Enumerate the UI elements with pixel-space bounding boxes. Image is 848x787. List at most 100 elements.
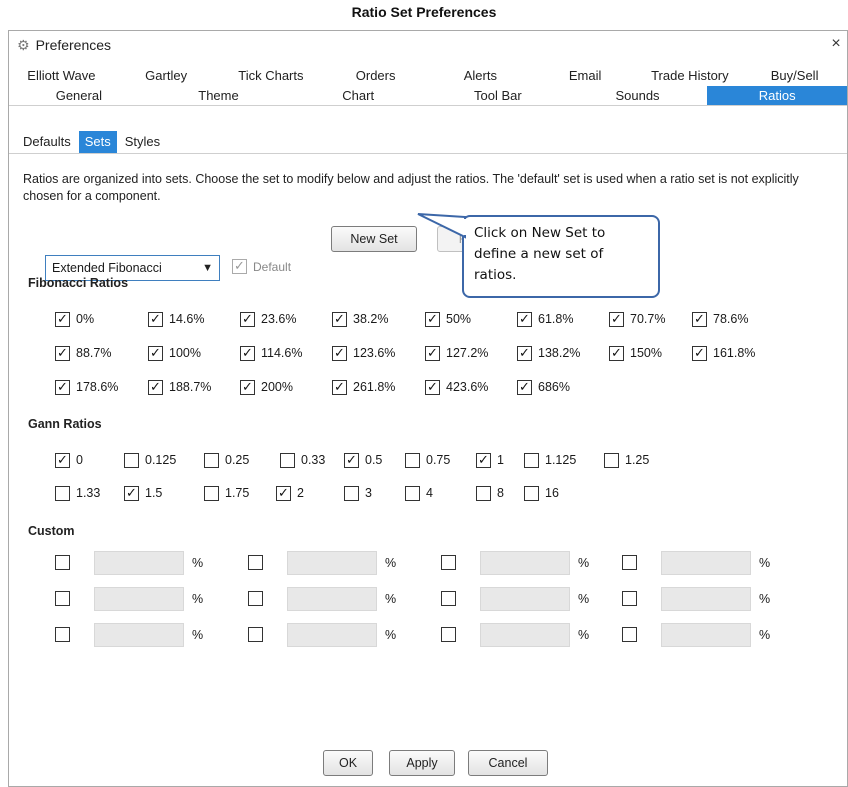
fib-checkbox[interactable]: 23.6% xyxy=(240,309,296,329)
fib-checkbox-box[interactable] xyxy=(148,311,163,327)
custom-checkbox[interactable] xyxy=(441,591,456,606)
custom-ratio-input[interactable] xyxy=(661,587,751,611)
gann-checkbox-box[interactable] xyxy=(344,485,359,501)
fib-checkbox[interactable]: 161.8% xyxy=(692,343,755,363)
gann-checkbox[interactable]: 0.33 xyxy=(280,450,325,470)
fib-checkbox-box[interactable] xyxy=(332,311,347,327)
custom-checkbox[interactable] xyxy=(248,591,263,606)
custom-ratio-input[interactable] xyxy=(287,551,377,575)
tab-sounds[interactable]: Sounds xyxy=(568,86,708,105)
ok-button[interactable]: OK xyxy=(323,750,373,776)
custom-ratio-input[interactable] xyxy=(661,623,751,647)
gann-checkbox[interactable]: 1.25 xyxy=(604,450,649,470)
gann-checkbox[interactable]: 2 xyxy=(276,483,304,503)
default-checkbox[interactable]: Default xyxy=(232,258,291,274)
custom-checkbox[interactable] xyxy=(622,591,637,606)
subtab-defaults[interactable]: Defaults xyxy=(17,131,77,153)
gann-checkbox[interactable]: 0 xyxy=(55,450,83,470)
new-set-button[interactable]: New Set xyxy=(331,226,417,252)
fib-checkbox-box[interactable] xyxy=(55,311,70,327)
gann-checkbox-box[interactable] xyxy=(476,485,491,501)
fib-checkbox[interactable]: 178.6% xyxy=(55,377,118,397)
custom-checkbox[interactable] xyxy=(441,555,456,570)
fib-checkbox-box[interactable] xyxy=(692,345,707,361)
custom-ratio-input[interactable] xyxy=(94,551,184,575)
tab-orders[interactable]: Orders xyxy=(323,66,428,86)
custom-ratio-input[interactable] xyxy=(94,623,184,647)
custom-checkbox[interactable] xyxy=(248,627,263,642)
fib-checkbox[interactable]: 114.6% xyxy=(240,343,302,363)
tab-email[interactable]: Email xyxy=(533,66,638,86)
gann-checkbox[interactable]: 0.25 xyxy=(204,450,249,470)
gann-checkbox[interactable]: 1.125 xyxy=(524,450,576,470)
gann-checkbox[interactable]: 1.33 xyxy=(55,483,100,503)
gann-checkbox-box[interactable] xyxy=(476,452,491,468)
tab-tick-charts[interactable]: Tick Charts xyxy=(219,66,324,86)
gann-checkbox-box[interactable] xyxy=(344,452,359,468)
fib-checkbox[interactable]: 50% xyxy=(425,309,471,329)
gann-checkbox-box[interactable] xyxy=(604,452,619,468)
custom-ratio-input[interactable] xyxy=(480,587,570,611)
gann-checkbox-box[interactable] xyxy=(524,452,539,468)
default-checkbox-box[interactable] xyxy=(232,258,247,274)
fib-checkbox-box[interactable] xyxy=(55,379,70,395)
custom-ratio-input[interactable] xyxy=(287,623,377,647)
subtab-sets[interactable]: Sets xyxy=(78,131,117,153)
fib-checkbox-box[interactable] xyxy=(240,379,255,395)
custom-ratio-input[interactable] xyxy=(94,587,184,611)
fib-checkbox-box[interactable] xyxy=(148,345,163,361)
fib-checkbox[interactable]: 261.8% xyxy=(332,377,395,397)
fib-checkbox-box[interactable] xyxy=(425,379,440,395)
tab-trade-history[interactable]: Trade History xyxy=(638,66,743,86)
gann-checkbox[interactable]: 4 xyxy=(405,483,433,503)
gann-checkbox-box[interactable] xyxy=(55,485,70,501)
custom-checkbox[interactable] xyxy=(441,627,456,642)
custom-checkbox[interactable] xyxy=(622,555,637,570)
fib-checkbox-box[interactable] xyxy=(148,379,163,395)
gann-checkbox-box[interactable] xyxy=(124,452,139,468)
custom-checkbox[interactable] xyxy=(248,555,263,570)
gann-checkbox[interactable]: 1.5 xyxy=(124,483,162,503)
fib-checkbox-box[interactable] xyxy=(240,345,255,361)
fib-checkbox[interactable]: 138.2% xyxy=(517,343,580,363)
fib-checkbox-box[interactable] xyxy=(517,379,532,395)
fib-checkbox-box[interactable] xyxy=(425,311,440,327)
fib-checkbox[interactable]: 100% xyxy=(148,343,201,363)
gann-checkbox[interactable]: 0.125 xyxy=(124,450,176,470)
fib-checkbox[interactable]: 686% xyxy=(517,377,570,397)
fib-checkbox-box[interactable] xyxy=(332,379,347,395)
tab-elliott-wave[interactable]: Elliott Wave xyxy=(9,66,114,86)
fib-checkbox[interactable]: 0% xyxy=(55,309,94,329)
custom-checkbox[interactable] xyxy=(55,627,70,642)
gann-checkbox[interactable]: 1 xyxy=(476,450,504,470)
fib-checkbox-box[interactable] xyxy=(240,311,255,327)
tab-chart[interactable]: Chart xyxy=(288,86,428,105)
gann-checkbox-box[interactable] xyxy=(280,452,295,468)
fib-checkbox[interactable]: 70.7% xyxy=(609,309,665,329)
fib-checkbox-box[interactable] xyxy=(609,345,624,361)
gann-checkbox-box[interactable] xyxy=(524,485,539,501)
fib-checkbox[interactable]: 188.7% xyxy=(148,377,211,397)
fib-checkbox[interactable]: 127.2% xyxy=(425,343,488,363)
gann-checkbox[interactable]: 0.5 xyxy=(344,450,382,470)
fib-checkbox[interactable]: 88.7% xyxy=(55,343,111,363)
fib-checkbox-box[interactable] xyxy=(425,345,440,361)
custom-checkbox[interactable] xyxy=(55,591,70,606)
gann-checkbox[interactable]: 0.75 xyxy=(405,450,450,470)
tab-gartley[interactable]: Gartley xyxy=(114,66,219,86)
fib-checkbox-box[interactable] xyxy=(55,345,70,361)
fib-checkbox[interactable]: 14.6% xyxy=(148,309,204,329)
gann-checkbox-box[interactable] xyxy=(55,452,70,468)
tab-theme[interactable]: Theme xyxy=(149,86,289,105)
custom-ratio-input[interactable] xyxy=(287,587,377,611)
cancel-button[interactable]: Cancel xyxy=(468,750,548,776)
gann-checkbox[interactable]: 3 xyxy=(344,483,372,503)
apply-button[interactable]: Apply xyxy=(389,750,455,776)
custom-ratio-input[interactable] xyxy=(480,551,570,575)
tab-alerts[interactable]: Alerts xyxy=(428,66,533,86)
fib-checkbox[interactable]: 61.8% xyxy=(517,309,573,329)
gann-checkbox-box[interactable] xyxy=(124,485,139,501)
gann-checkbox[interactable]: 16 xyxy=(524,483,559,503)
gann-checkbox-box[interactable] xyxy=(405,452,420,468)
fib-checkbox[interactable]: 123.6% xyxy=(332,343,395,363)
